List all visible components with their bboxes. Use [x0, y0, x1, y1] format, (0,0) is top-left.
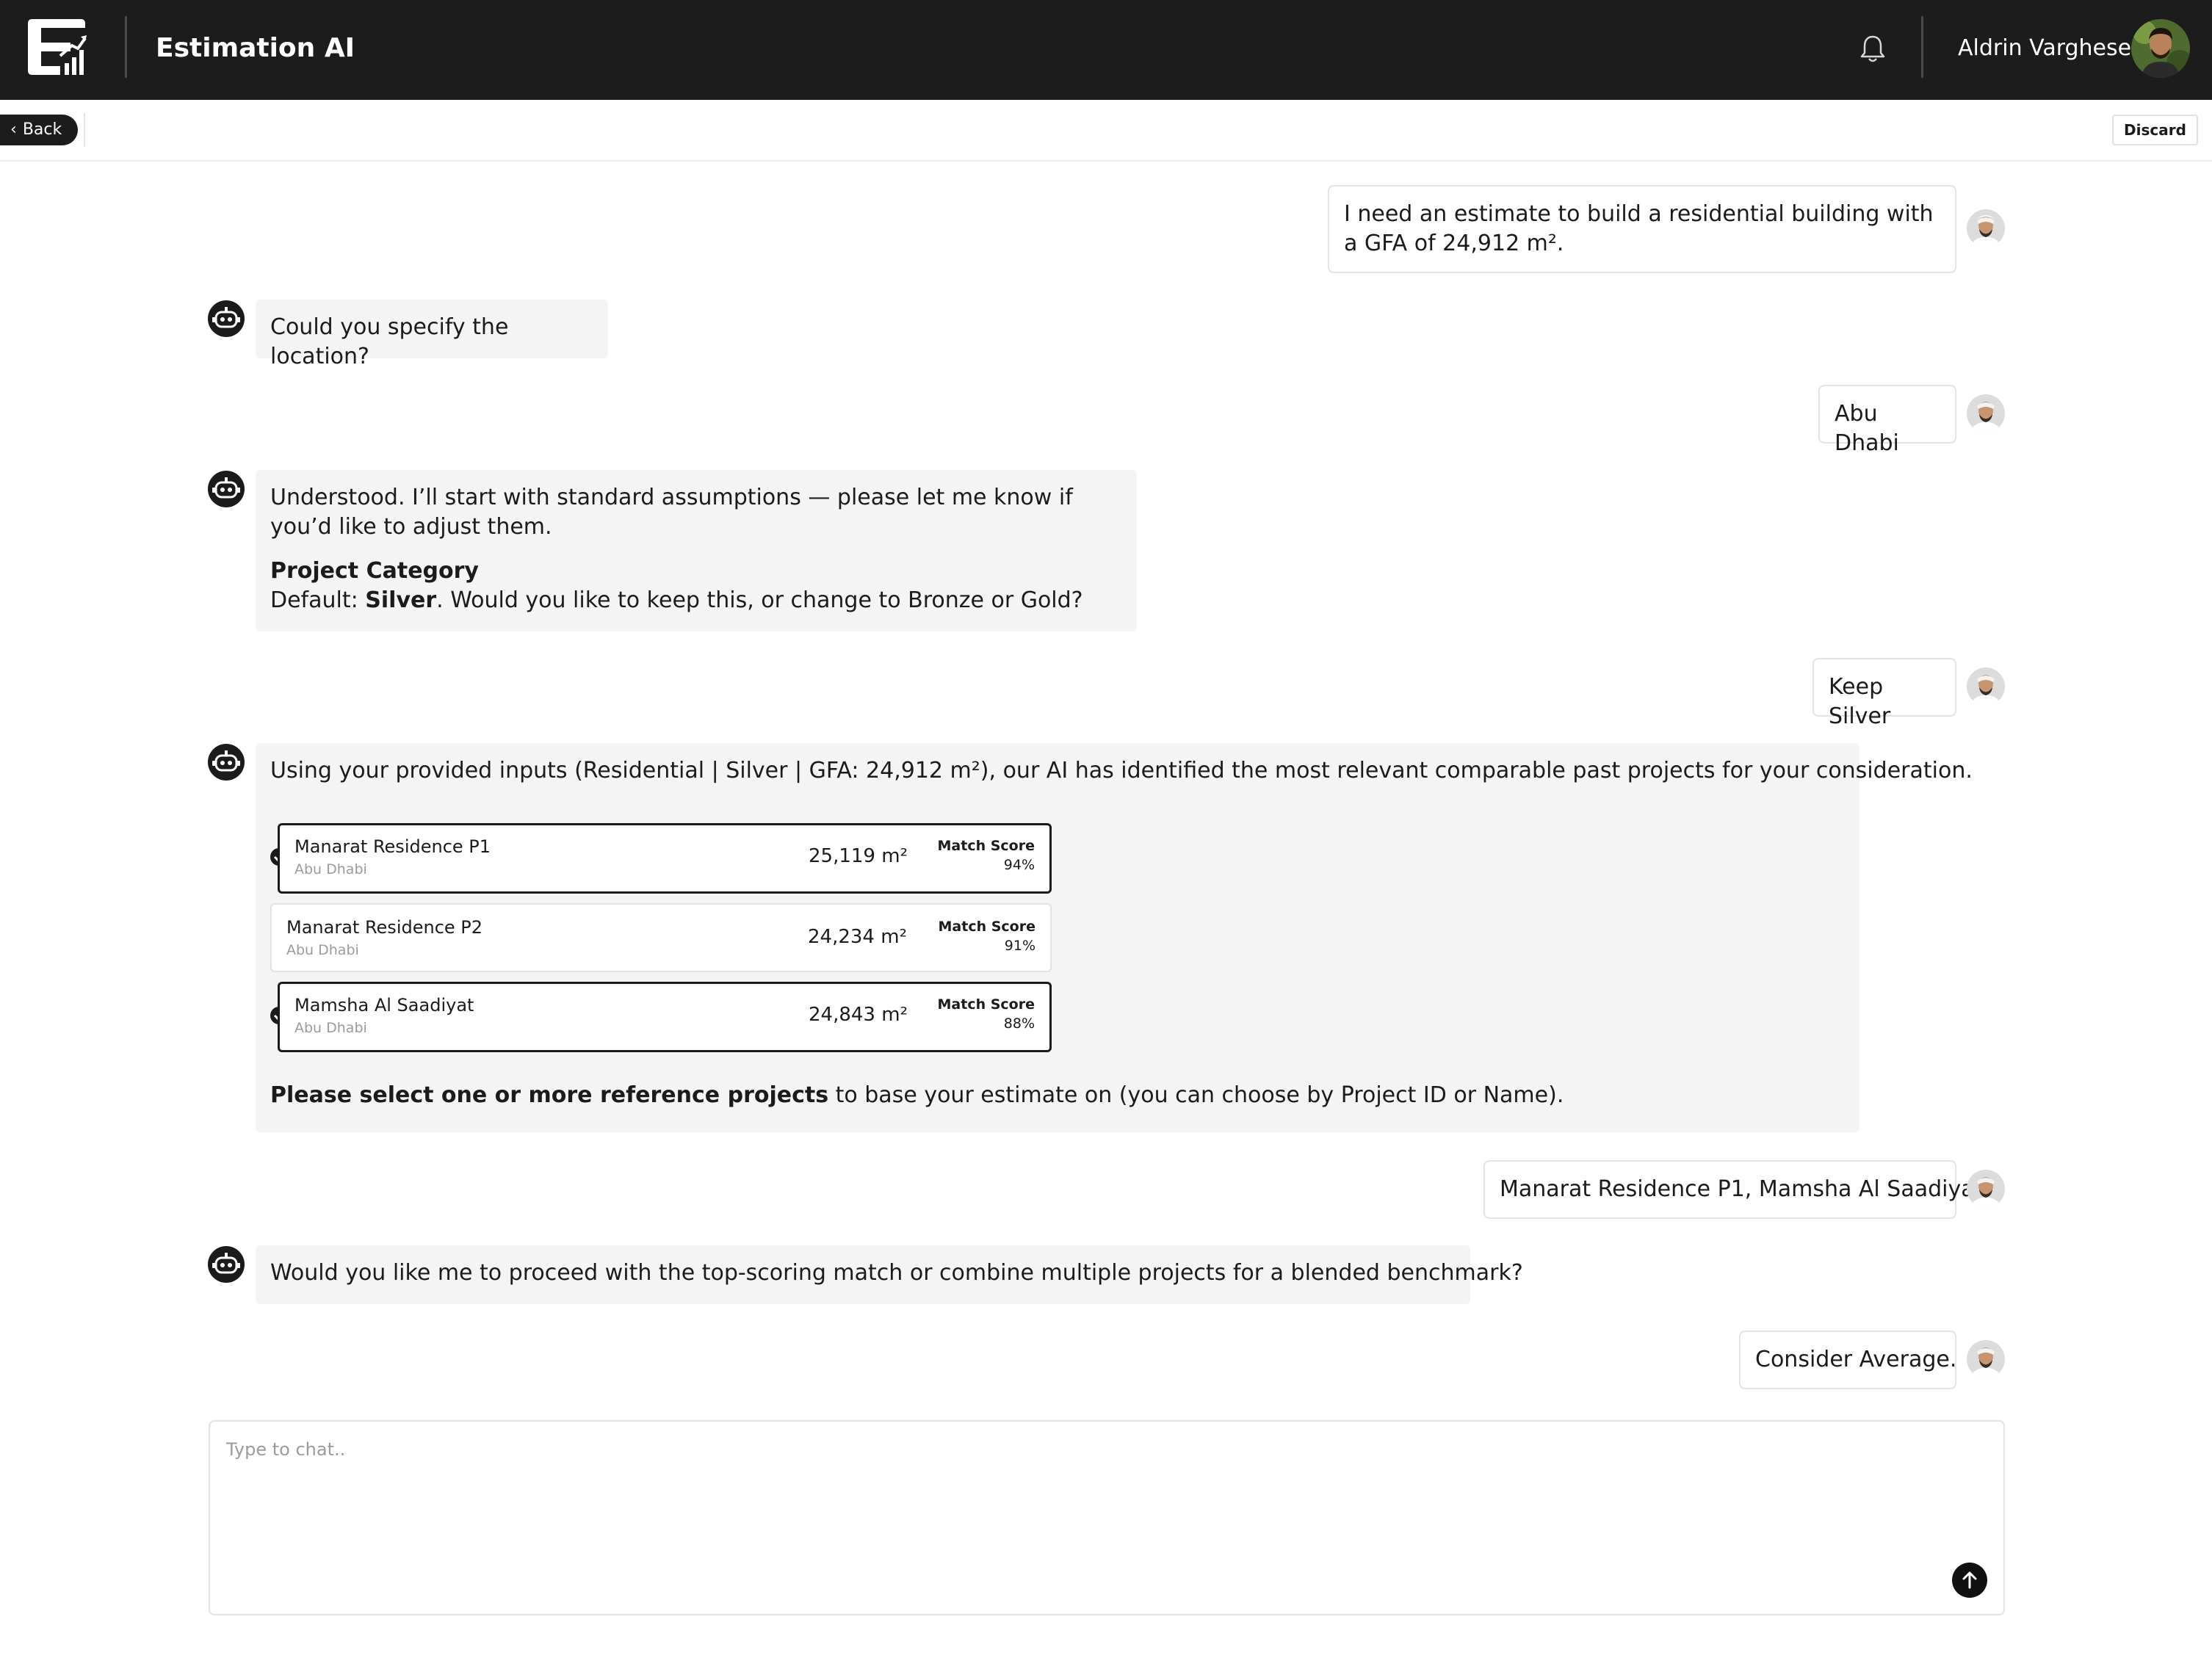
user-avatar-small — [1967, 667, 2005, 706]
header-divider-right — [1921, 16, 1923, 78]
user-message-text: Keep Silver — [1829, 674, 1891, 729]
top-navigation-bar: Estimation AI Aldrin Varghese — [0, 0, 2212, 100]
bot-icon — [207, 743, 245, 781]
arrow-up-icon — [1962, 1571, 1977, 1589]
project-area: 25,119 m² — [809, 845, 908, 867]
estimation-logo-icon[interactable] — [25, 16, 88, 78]
user-message: Manarat Residence P1, Mamsha Al Saadiyat — [1483, 1160, 1983, 1219]
project-name: Mamsha Al Saadiyat — [294, 995, 474, 1016]
bot-message: Could you specify the location? — [256, 300, 608, 369]
category-default-text: Default: Silver. Would you like to keep … — [270, 587, 1083, 613]
user-message: Consider Average. — [1739, 1331, 1956, 1389]
user-avatar[interactable] — [2131, 19, 2190, 78]
chevron-left-icon: ‹ — [10, 120, 17, 139]
back-button[interactable]: ‹ Back — [0, 115, 79, 145]
user-message-text: Consider Average. — [1755, 1347, 1957, 1372]
send-button[interactable] — [1952, 1563, 1987, 1598]
match-score-value: 88% — [1003, 1016, 1035, 1032]
user-message-text: I need an estimate to build a residentia… — [1344, 201, 1934, 256]
select-projects-instruction: Please select one or more reference proj… — [270, 1082, 1564, 1108]
action-bar: ‹ Back Discard — [0, 100, 2212, 162]
user-avatar-small — [1967, 394, 2005, 432]
project-card-manarat-p2[interactable]: Manarat Residence P2 Abu Dhabi 24,234 m²… — [270, 903, 1052, 972]
chat-input[interactable] — [210, 1422, 2003, 1614]
user-avatar-small — [1967, 1340, 2005, 1378]
match-score-label: Match Score — [938, 919, 1035, 935]
action-bar-divider — [84, 113, 85, 147]
category-title: Project Category — [270, 558, 479, 584]
match-score-label: Match Score — [937, 996, 1035, 1013]
bot-message-text: Would you like me to proceed with the to… — [270, 1260, 1523, 1286]
user-name[interactable]: Aldrin Varghese — [1958, 31, 2131, 66]
project-area: 24,843 m² — [809, 1004, 908, 1026]
bot-message-text: Could you specify the location? — [270, 314, 509, 369]
bot-icon — [207, 300, 245, 338]
user-message: I need an estimate to build a residentia… — [1328, 185, 1956, 273]
bot-message-text: Understood. I’ll start with standard ass… — [270, 485, 1073, 540]
match-score-value: 91% — [1004, 938, 1035, 954]
project-location: Abu Dhabi — [294, 1020, 367, 1036]
user-message-text: Abu Dhabi — [1835, 401, 1899, 456]
bot-message-text: Using your provided inputs (Residential … — [270, 758, 1973, 783]
match-score-value: 94% — [1003, 857, 1035, 873]
project-name: Manarat Residence P2 — [286, 917, 483, 938]
bell-icon[interactable] — [1858, 32, 1887, 65]
bot-icon — [207, 1245, 245, 1284]
project-name: Manarat Residence P1 — [294, 836, 491, 857]
discard-button[interactable]: Discard — [2112, 115, 2198, 145]
user-message: Abu Dhabi — [1818, 385, 1956, 456]
chat-input-container — [209, 1420, 2005, 1615]
match-score-label: Match Score — [937, 838, 1035, 854]
user-message-text: Manarat Residence P1, Mamsha Al Saadiyat — [1500, 1176, 1984, 1202]
back-button-label: Back — [22, 120, 62, 139]
bot-message: Understood. I’ll start with standard ass… — [256, 470, 1137, 631]
bot-icon — [207, 470, 245, 508]
project-card-mamsha[interactable]: Mamsha Al Saadiyat Abu Dhabi 24,843 m² M… — [278, 982, 1052, 1052]
project-area: 24,234 m² — [808, 926, 907, 948]
project-card-manarat-p1[interactable]: Manarat Residence P1 Abu Dhabi 25,119 m²… — [278, 823, 1052, 894]
bot-message: Would you like me to proceed with the to… — [256, 1245, 1523, 1304]
project-location: Abu Dhabi — [286, 942, 359, 958]
app-title: Estimation AI — [156, 33, 355, 63]
user-avatar-small — [1967, 209, 2005, 247]
user-avatar-small — [1967, 1170, 2005, 1208]
project-location: Abu Dhabi — [294, 861, 367, 877]
user-message: Keep Silver — [1812, 658, 1956, 729]
header-divider — [125, 16, 127, 78]
